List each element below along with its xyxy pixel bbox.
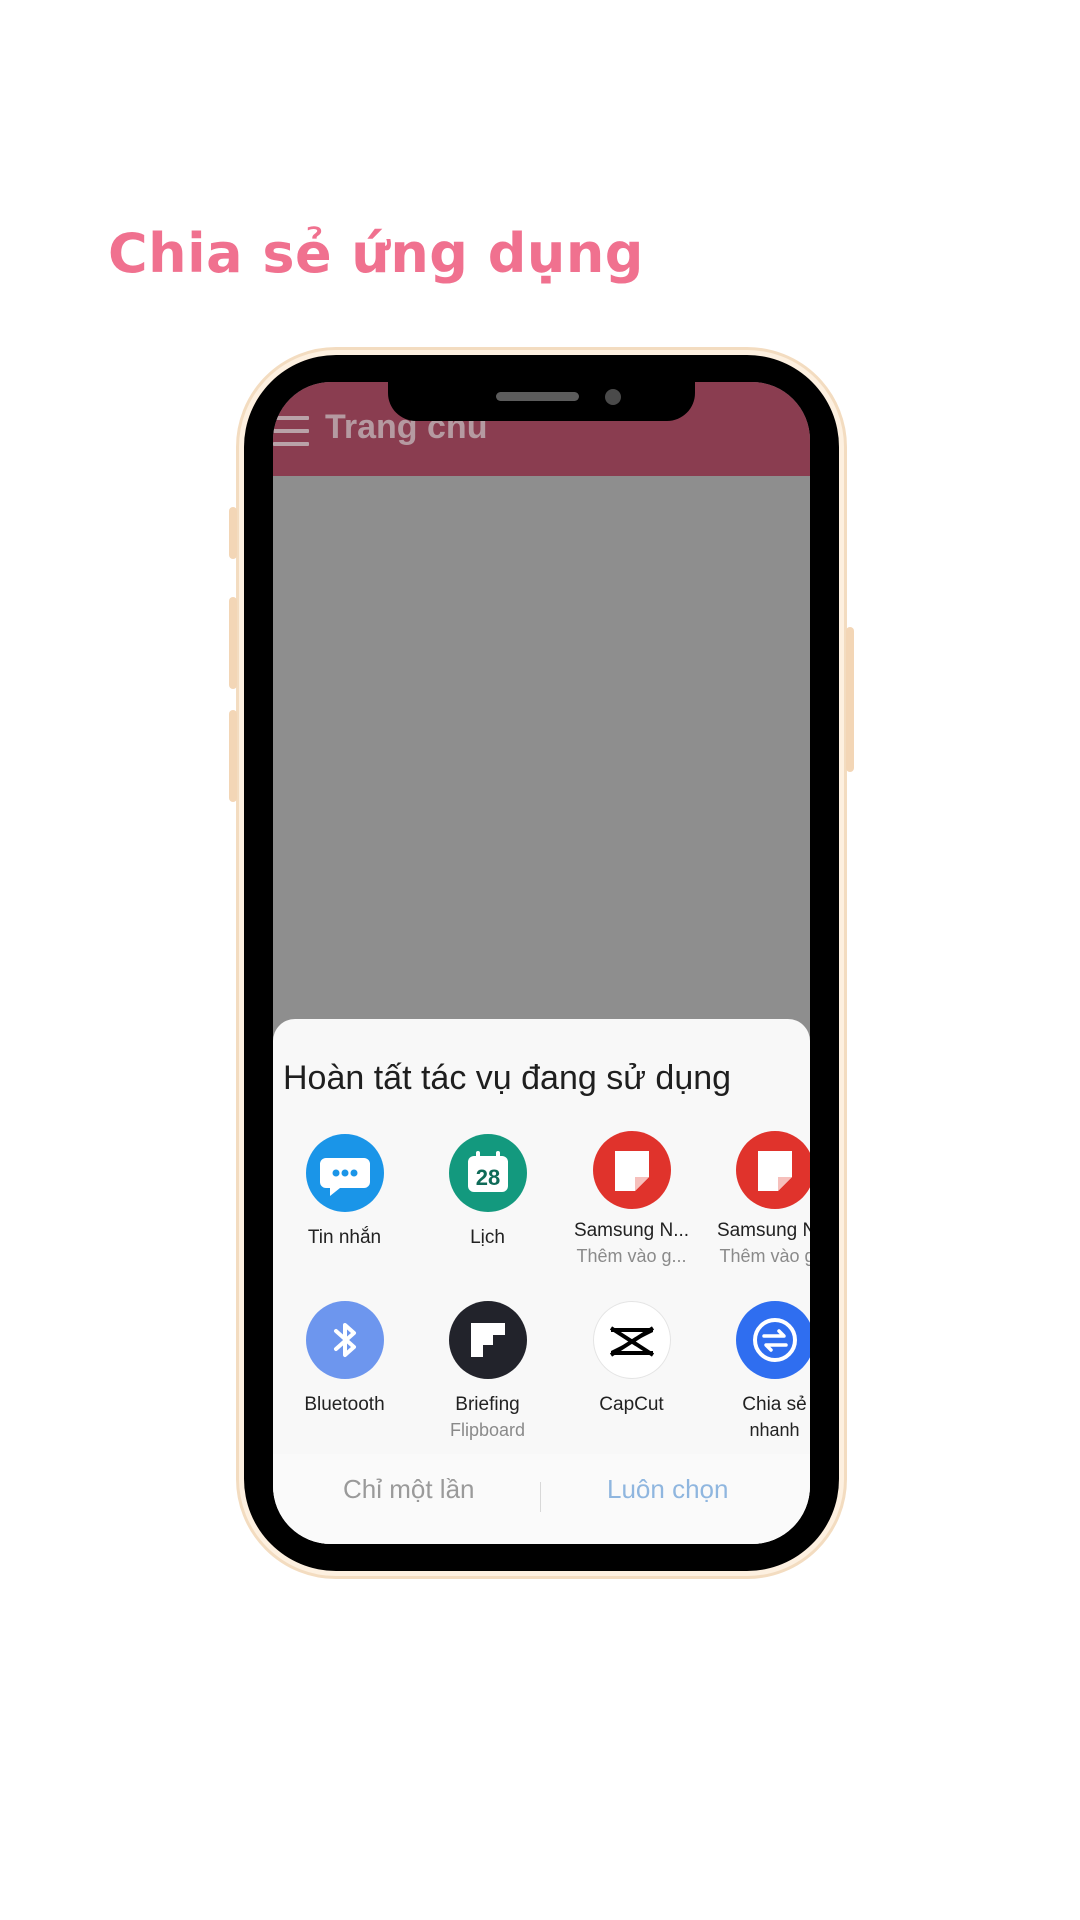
samsung-notes-icon bbox=[735, 1131, 810, 1209]
app-label: Tin nhắn bbox=[307, 1227, 382, 1248]
app-label: CapCut bbox=[599, 1394, 664, 1415]
share-app-samsung-notes-1[interactable]: Samsung N... Thêm vào g... bbox=[560, 1131, 703, 1269]
app-label: Lịch bbox=[470, 1227, 505, 1248]
speaker-grille bbox=[496, 392, 579, 401]
app-label: Briefing bbox=[455, 1394, 520, 1415]
messages-icon bbox=[305, 1134, 384, 1212]
front-camera bbox=[605, 389, 621, 405]
app-label: Bluetooth bbox=[304, 1394, 385, 1415]
app-label: Samsung N... bbox=[716, 1220, 810, 1241]
quick-share-icon bbox=[735, 1301, 810, 1379]
calendar-day-number: 28 bbox=[475, 1165, 499, 1190]
app-sublabel: Flipboard bbox=[449, 1420, 526, 1440]
share-app-messages[interactable]: Tin nhắn bbox=[273, 1134, 416, 1250]
app-label: Chia sẻ bbox=[742, 1394, 807, 1415]
share-app-samsung-notes-2[interactable]: Samsung N... Thêm vào g... bbox=[703, 1131, 810, 1269]
hamburger-menu-icon[interactable] bbox=[273, 416, 309, 446]
app-sublabel: Thêm vào g... bbox=[719, 1246, 810, 1266]
samsung-notes-icon bbox=[592, 1131, 671, 1209]
share-app-bluetooth[interactable]: Bluetooth bbox=[273, 1301, 416, 1417]
app-sublabel: Thêm vào g... bbox=[576, 1246, 687, 1266]
share-sheet-title: Hoàn tất tác vụ đang sử dụng bbox=[283, 1059, 732, 1097]
phone-volume-down-button bbox=[229, 710, 237, 802]
app-label: Samsung N... bbox=[573, 1220, 690, 1241]
share-app-calendar[interactable]: 28 Lịch bbox=[416, 1134, 559, 1250]
action-bar: Chỉ một lần Luôn chọn bbox=[273, 1454, 810, 1544]
phone-volume-up-button bbox=[229, 597, 237, 689]
page-title: Chia sẻ ứng dụng bbox=[108, 222, 644, 285]
always-button[interactable]: Luôn chọn bbox=[607, 1474, 728, 1505]
action-divider bbox=[540, 1482, 541, 1512]
calendar-icon: 28 bbox=[448, 1134, 527, 1212]
phone-side-button bbox=[229, 507, 237, 559]
bluetooth-icon bbox=[305, 1301, 384, 1379]
flipboard-icon bbox=[448, 1301, 527, 1379]
share-sheet: Hoàn tất tác vụ đang sử dụng Tin nhắn 28… bbox=[273, 1019, 810, 1544]
share-app-briefing[interactable]: Briefing Flipboard bbox=[416, 1301, 559, 1443]
just-once-button[interactable]: Chỉ một lần bbox=[343, 1474, 475, 1505]
share-app-quick-share[interactable]: Chia sẻ nhanh bbox=[703, 1301, 810, 1443]
app-sublabel: nhanh bbox=[749, 1420, 800, 1440]
capcut-icon bbox=[592, 1301, 671, 1379]
phone-screen: Trang chủ Hoàn tất tác vụ đang sử dụng T… bbox=[273, 382, 810, 1544]
share-app-capcut[interactable]: CapCut bbox=[560, 1301, 703, 1417]
phone-power-button bbox=[846, 627, 854, 772]
